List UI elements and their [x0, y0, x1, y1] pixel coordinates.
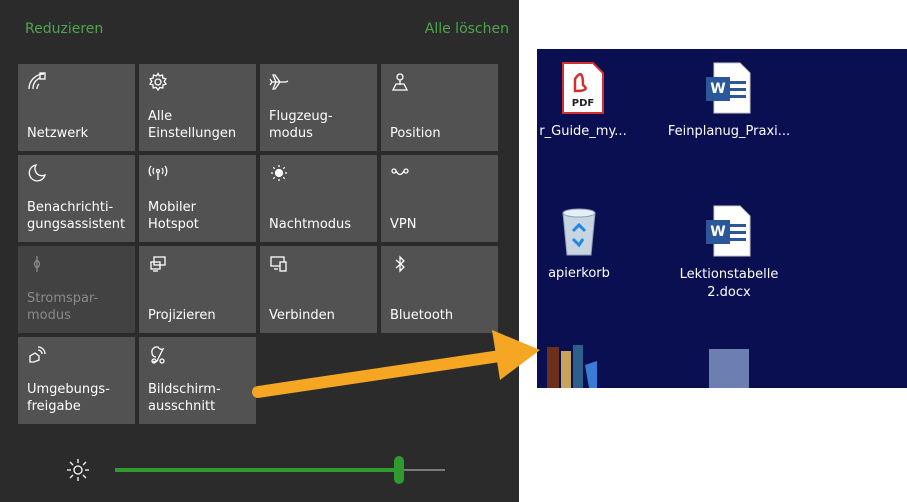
- tile-connect[interactable]: Verbinden: [260, 246, 377, 333]
- tile-label: Bluetooth: [390, 308, 454, 323]
- tile-focus-assist[interactable]: Benachrichti- gungsassistent: [18, 155, 135, 242]
- quick-actions-grid: Netzwerk Alle Einstellungen Flugzeug- mo…: [18, 64, 498, 424]
- collapse-link[interactable]: Reduzieren: [25, 21, 103, 37]
- tile-label: VPN: [390, 217, 417, 232]
- project-icon: [148, 254, 168, 274]
- tile-nearby-sharing[interactable]: Umgebungs- freigabe: [18, 337, 135, 424]
- airplane-icon: [269, 72, 289, 92]
- tile-project[interactable]: Projizieren: [139, 246, 256, 333]
- desktop-icon-file[interactable]: [709, 349, 749, 388]
- pdf-file-icon: PDF: [561, 61, 605, 115]
- action-center-header: Reduzieren Alle löschen: [0, 0, 519, 54]
- word-badge: W: [710, 224, 726, 240]
- tile-all-settings[interactable]: Alle Einstellungen: [139, 64, 256, 151]
- pdf-badge: PDF: [571, 98, 595, 109]
- tile-label: Nachtmodus: [269, 217, 352, 232]
- recycle-bin-icon: [559, 207, 599, 257]
- action-center: Reduzieren Alle löschen Netzwerk Alle Ei…: [0, 0, 519, 502]
- snip-icon: [148, 345, 168, 365]
- brightness-slider[interactable]: [115, 456, 445, 484]
- desktop-icon-label: Feinplanug_Praxi...: [667, 124, 791, 139]
- tile-mobile-hotspot[interactable]: Mobiler Hotspot: [139, 155, 256, 242]
- tile-label: Projizieren: [148, 308, 216, 323]
- tile-battery-saver[interactable]: Stromspar- modus: [18, 246, 135, 333]
- moon-icon: [27, 163, 47, 183]
- desktop-icon-label: Lektionstabelle 2.docx: [679, 267, 779, 300]
- tile-label: Bildschirm- ausschnitt: [148, 382, 221, 414]
- brightness-slider-fill: [115, 468, 399, 472]
- tile-airplane-mode[interactable]: Flugzeug- modus: [260, 64, 377, 151]
- desktop-icon-label: r_Guide_my...: [539, 124, 627, 139]
- brightness-icon: [66, 458, 90, 482]
- location-icon: [390, 72, 410, 92]
- calibre-icon: [545, 343, 605, 388]
- tile-label: Stromspar- modus: [27, 291, 99, 323]
- desktop-icon-label: apierkorb: [548, 266, 610, 281]
- gear-icon: [148, 72, 168, 92]
- desktop-icon-word[interactable]: W Lektionstabelle 2.docx: [659, 204, 799, 302]
- tile-label: Verbinden: [269, 308, 335, 323]
- connect-icon: [269, 254, 289, 274]
- tile-label: Mobiler Hotspot: [148, 200, 199, 232]
- word-file-icon: W: [706, 204, 752, 258]
- word-badge: W: [710, 81, 726, 97]
- blank-file-icon: [709, 349, 749, 388]
- tile-label: Flugzeug- modus: [269, 109, 333, 141]
- brightness-slider-thumb[interactable]: [393, 456, 404, 484]
- desktop-icon-word[interactable]: W Feinplanug_Praxi...: [659, 61, 799, 141]
- night-light-icon: [269, 163, 289, 183]
- tile-vpn[interactable]: VPN: [381, 155, 498, 242]
- battery-saver-icon: [27, 254, 47, 274]
- tile-label: Alle Einstellungen: [148, 109, 237, 141]
- tile-label: Netzwerk: [27, 126, 89, 141]
- network-icon: [27, 72, 47, 92]
- word-file-icon: W: [706, 61, 752, 115]
- tile-network[interactable]: Netzwerk: [18, 64, 135, 151]
- hotspot-icon: [148, 163, 168, 183]
- tile-label: Umgebungs- freigabe: [27, 382, 110, 414]
- tile-label: Position: [390, 126, 441, 141]
- desktop: PDF r_Guide_my... W Feinplanug_Praxi... …: [537, 49, 907, 388]
- vpn-icon: [390, 163, 410, 183]
- tile-label: Benachrichti- gungsassistent: [27, 200, 126, 232]
- desktop-icon-recycle-bin[interactable]: apierkorb: [537, 207, 629, 283]
- tile-night-light[interactable]: Nachtmodus: [260, 155, 377, 242]
- bluetooth-icon: [390, 254, 410, 274]
- clear-all-link[interactable]: Alle löschen: [425, 21, 509, 37]
- tile-location[interactable]: Position: [381, 64, 498, 151]
- tile-bluetooth[interactable]: Bluetooth: [381, 246, 498, 333]
- desktop-icon-pdf[interactable]: PDF r_Guide_my...: [537, 61, 643, 141]
- desktop-icon-calibre[interactable]: [545, 343, 605, 388]
- nearby-sharing-icon: [27, 345, 47, 365]
- tile-screen-snip[interactable]: Bildschirm- ausschnitt: [139, 337, 256, 424]
